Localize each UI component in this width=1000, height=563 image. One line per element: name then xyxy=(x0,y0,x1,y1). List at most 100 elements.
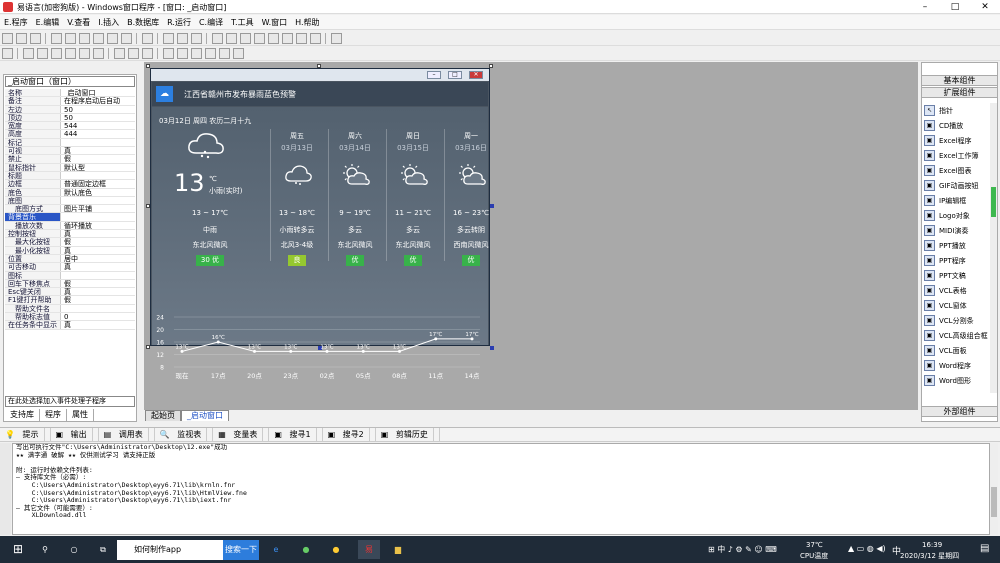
find-icon[interactable] xyxy=(142,33,153,44)
menu-help[interactable]: H.帮助 xyxy=(291,15,323,30)
property-row[interactable]: 最大化按钮假 xyxy=(5,238,135,247)
menu-database[interactable]: B.数据库 xyxy=(123,15,163,30)
new-icon[interactable] xyxy=(2,33,13,44)
resize-handle[interactable] xyxy=(490,346,494,350)
menu-window[interactable]: W.窗口 xyxy=(258,15,292,30)
layout2-icon[interactable] xyxy=(177,33,188,44)
align-center-icon[interactable] xyxy=(37,48,48,59)
property-value[interactable]: 444 xyxy=(61,130,135,137)
component-item[interactable]: ▣ MIDI演奏 xyxy=(924,223,994,238)
property-row[interactable]: 播放次数 循环播放 xyxy=(5,221,135,231)
center-v-icon[interactable] xyxy=(205,48,216,59)
tab-properties[interactable]: 属性 xyxy=(67,409,94,421)
property-row[interactable]: 控制按钮真 xyxy=(5,230,135,239)
component-item[interactable]: ▣ Word图形 xyxy=(924,373,994,388)
property-row[interactable]: 图标 xyxy=(5,271,135,280)
same-height-icon[interactable] xyxy=(128,48,139,59)
property-value[interactable] xyxy=(61,305,135,312)
property-row[interactable]: 鼠标指针 默认型 xyxy=(5,163,135,172)
paste-icon[interactable] xyxy=(79,33,90,44)
property-row[interactable]: 底色 默认底色 xyxy=(5,188,135,197)
tab-call-stack[interactable]: ▤ 调用表 xyxy=(99,428,155,442)
property-value[interactable]: 在程序启动后自动 xyxy=(61,97,135,104)
align-right-icon[interactable] xyxy=(51,48,62,59)
property-value[interactable]: 50 xyxy=(61,114,135,121)
redo-icon[interactable] xyxy=(121,33,132,44)
undo-icon[interactable] xyxy=(107,33,118,44)
step-icon[interactable] xyxy=(240,33,251,44)
tab-program[interactable]: 程序 xyxy=(40,409,67,421)
tab-hint[interactable]: 💡 提示 xyxy=(0,428,51,442)
run-icon[interactable] xyxy=(212,33,223,44)
taskbar-search-input[interactable]: 如何制作app xyxy=(117,540,223,560)
tab-variables[interactable]: ▦ 变量表 xyxy=(213,428,270,442)
property-row[interactable]: 左边 50 xyxy=(5,105,135,114)
component-item[interactable]: ▣ Excel程序 xyxy=(924,133,994,148)
folder-icon[interactable]: ▆ xyxy=(390,540,406,559)
tab-support-lib[interactable]: 支持库 xyxy=(5,409,40,421)
menu-compile[interactable]: C.编译 xyxy=(195,15,227,30)
menu-view[interactable]: V.查看 xyxy=(63,15,94,30)
component-scrollbar[interactable] xyxy=(990,103,997,393)
form-close-icon[interactable]: ✕ xyxy=(469,71,483,79)
menu-edit[interactable]: E.编辑 xyxy=(32,15,64,30)
component-item[interactable]: ▣ Logo对象 xyxy=(924,208,994,223)
property-value[interactable]: 假 xyxy=(61,296,135,303)
property-value[interactable]: 真 xyxy=(61,263,135,270)
property-row[interactable]: 禁止假 xyxy=(5,155,135,164)
clock-time[interactable]: 16:39 xyxy=(922,541,942,549)
property-row[interactable]: Esc键关闭真 xyxy=(5,288,135,297)
vspace-icon[interactable] xyxy=(177,48,188,59)
property-value[interactable]: 假 xyxy=(61,280,135,287)
minimize-button[interactable]: – xyxy=(910,0,940,14)
property-value[interactable]: 假 xyxy=(61,238,135,245)
component-item[interactable]: ▣ IP编辑框 xyxy=(924,193,994,208)
copy-icon[interactable] xyxy=(65,33,76,44)
cortana-icon[interactable]: ○ xyxy=(65,540,83,559)
object-selector[interactable]: _启动窗口（窗口） xyxy=(5,76,135,87)
save-icon[interactable] xyxy=(30,33,41,44)
step-in-icon[interactable] xyxy=(254,33,265,44)
form-minimize-icon[interactable]: – xyxy=(427,71,441,79)
property-value[interactable]: 0 xyxy=(61,313,135,320)
property-row[interactable]: 帮助标志值 0 xyxy=(5,313,135,322)
cut-icon[interactable] xyxy=(51,33,62,44)
component-item[interactable]: ▣ PPT播放 xyxy=(924,238,994,253)
property-value[interactable] xyxy=(61,272,135,279)
hspace-icon[interactable] xyxy=(163,48,174,59)
property-row[interactable]: 回车下移焦点假 xyxy=(5,279,135,289)
app-green-icon[interactable]: ● xyxy=(298,540,314,559)
component-item[interactable]: ▣ VCL面板 xyxy=(924,343,994,358)
property-value[interactable]: 真 xyxy=(61,230,135,237)
same-size-icon[interactable] xyxy=(142,48,153,59)
tab-watch[interactable]: 🔍 监视表 xyxy=(155,428,214,442)
component-item[interactable]: ▣ Excel图表 xyxy=(924,163,994,178)
menu-insert[interactable]: I.插入 xyxy=(94,15,123,30)
property-value[interactable]: 图片平铺 xyxy=(61,205,135,212)
open-icon[interactable] xyxy=(16,33,27,44)
property-value[interactable] xyxy=(61,172,135,179)
layout3-icon[interactable] xyxy=(191,33,202,44)
property-value[interactable]: 真 xyxy=(61,288,135,295)
component-item[interactable]: ▣ VCL高级组合框 xyxy=(924,328,994,343)
property-value[interactable]: 544 xyxy=(61,122,135,129)
notification-icon[interactable]: ▤ xyxy=(980,543,989,554)
menu-run[interactable]: R.运行 xyxy=(163,15,195,30)
form-maximize-icon[interactable]: □ xyxy=(448,71,462,79)
component-item[interactable]: ▣ GIF动画按钮 xyxy=(924,178,994,193)
menu-program[interactable]: E.程序 xyxy=(0,15,32,30)
taskbar-search-button[interactable]: 搜索一下 xyxy=(223,540,259,560)
property-row[interactable]: 备注 在程序启动后自动 xyxy=(5,97,135,106)
component-item[interactable]: ▣ Word程序 xyxy=(924,358,994,373)
tab-clip-history[interactable]: ▣ 剪辑历史 xyxy=(376,428,440,442)
menu-tools[interactable]: T.工具 xyxy=(227,15,257,30)
property-row[interactable]: 标记 xyxy=(5,138,135,148)
component-item[interactable]: ▣ CD播放 xyxy=(924,118,994,133)
property-row[interactable]: 最小化按钮真 xyxy=(5,246,135,255)
tab-search1[interactable]: ▣ 搜寻1 xyxy=(269,428,323,442)
component-item[interactable]: ↖ 指针 xyxy=(924,103,994,118)
external-components-header[interactable]: 外部组件 xyxy=(921,406,998,417)
component-item[interactable]: ▣ VCL表格 xyxy=(924,283,994,298)
edge-icon[interactable]: e xyxy=(268,540,284,559)
align-bottom-icon[interactable] xyxy=(93,48,104,59)
